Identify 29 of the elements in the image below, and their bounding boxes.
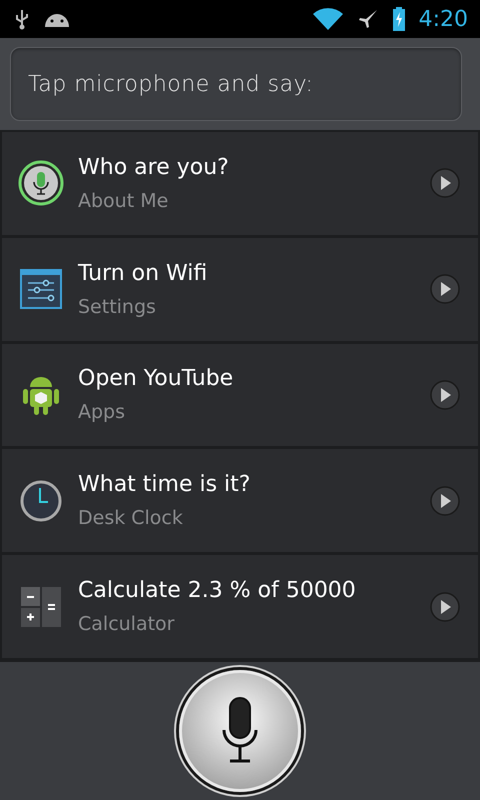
- play-icon: [430, 486, 460, 516]
- clock-time: 4:20: [418, 6, 468, 32]
- wifi-icon: [312, 8, 343, 30]
- suggestion-title: Who are you?: [78, 154, 230, 180]
- battery-icon: [392, 7, 405, 31]
- suggestion-row[interactable]: What time is it? Desk Clock: [2, 449, 478, 552]
- suggestion-row[interactable]: Calculate 2.3 % of 50000 Calculator: [2, 555, 478, 658]
- microphone-icon: [18, 160, 64, 206]
- clock-icon: [20, 480, 62, 522]
- suggestion-subtitle: Settings: [78, 296, 157, 318]
- suggestion-row[interactable]: Who are you? About Me: [2, 132, 478, 235]
- suggestion-subtitle: Apps: [78, 401, 126, 424]
- suggestion-subtitle: About Me: [78, 190, 170, 212]
- sliders-icon: [20, 269, 62, 310]
- suggestion-title: What time is it?: [78, 472, 252, 498]
- suggestion-row[interactable]: Turn on Wifi Settings: [2, 238, 478, 341]
- suggestion-title: Open YouTube: [78, 366, 234, 392]
- suggestion-title: Turn on Wifi: [78, 260, 208, 286]
- prompt-text: Tap microphone and say:: [28, 72, 314, 96]
- play-icon: [430, 168, 460, 198]
- suggestion-subtitle: Calculator: [78, 613, 176, 636]
- play-icon: [430, 380, 460, 410]
- play-icon: [430, 274, 460, 304]
- suggestion-subtitle: Desk Clock: [78, 507, 184, 530]
- suggestion-title: Calculate 2.3 % of 50000: [78, 578, 357, 604]
- calculator-icon: [21, 586, 61, 627]
- suggestion-row[interactable]: Open YouTube Apps: [2, 344, 478, 446]
- usb-icon: [14, 8, 30, 30]
- play-icon: [430, 592, 460, 622]
